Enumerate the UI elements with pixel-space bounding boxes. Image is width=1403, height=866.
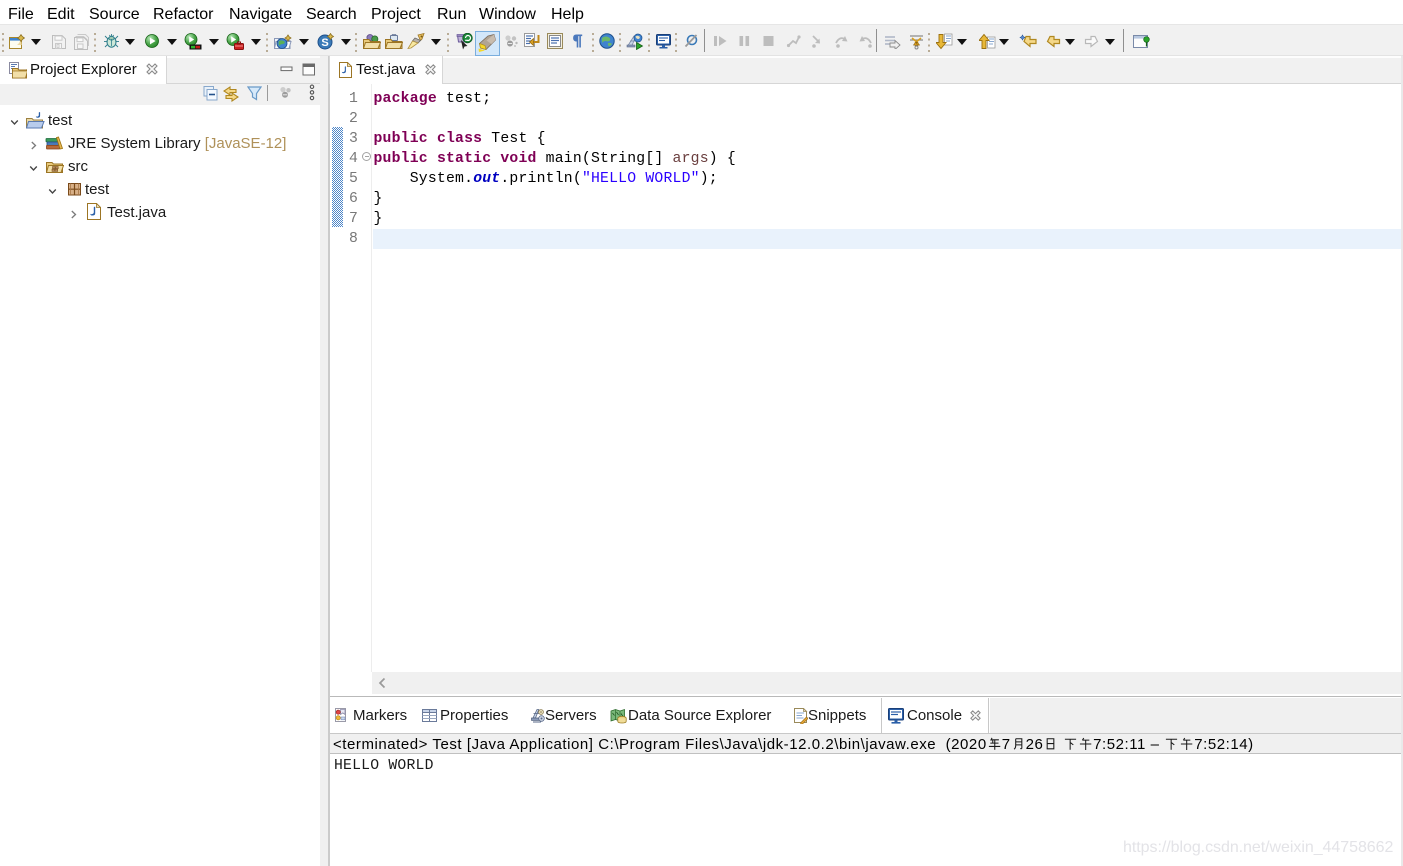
svg-text:S: S <box>321 37 328 49</box>
